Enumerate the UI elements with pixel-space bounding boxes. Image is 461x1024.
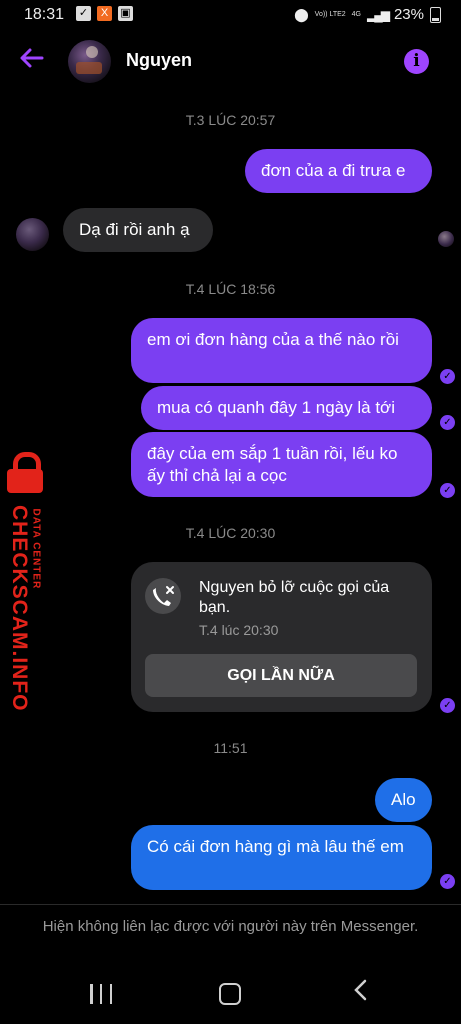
battery-icon	[430, 6, 441, 23]
outgoing-message[interactable]: mua có quanh đây 1 ngày là tới	[141, 386, 432, 430]
timestamp-divider: 11:51	[0, 740, 461, 756]
notification-icons: ✓ X ▣	[76, 6, 133, 21]
info-icon[interactable]: i	[404, 49, 429, 74]
missed-call-time: T.4 lúc 20:30	[199, 622, 279, 638]
conversation-header: Nguyen i	[0, 30, 461, 94]
contact-avatar-small	[16, 218, 49, 251]
incoming-message[interactable]: Dạ đi rồi anh ạ	[63, 208, 213, 252]
timestamp-divider: T.4 LÚC 18:56	[185, 281, 276, 297]
delivered-check-icon: ✓	[440, 483, 455, 498]
contact-name[interactable]: Nguyen	[126, 50, 192, 71]
recent-apps-icon[interactable]	[90, 984, 112, 1004]
x-app-notification-icon: X	[97, 6, 112, 21]
back-arrow-icon[interactable]	[18, 44, 50, 76]
watermark: DATA CENTER CHECKSCAM.INFO	[0, 452, 60, 712]
missed-call-icon	[145, 578, 181, 614]
delivered-check-icon: ✓	[440, 369, 455, 384]
nav-back-icon[interactable]	[352, 978, 370, 1009]
seen-avatar-icon	[438, 231, 454, 247]
home-icon[interactable]	[219, 983, 241, 1005]
watermark-subtitle: DATA CENTER	[30, 508, 42, 590]
delivered-check-icon: ✓	[440, 874, 455, 889]
location-icon: ⬤	[294, 6, 309, 22]
delivered-check-icon: ✓	[440, 698, 455, 713]
call-again-button[interactable]: GỌI LẦN NỮA	[145, 654, 417, 697]
outgoing-message[interactable]: đơn của a đi trưa e	[245, 149, 432, 193]
timestamp-text: 11:51	[213, 740, 248, 756]
status-bar: 18:31 ✓ X ▣ ⬤ Vo)) LTE2 4G ▂▄▆ 23%	[0, 0, 461, 30]
signal-icon: ▂▄▆	[367, 7, 390, 22]
timestamp-divider: T.4 LÚC 20:30	[185, 525, 276, 541]
volte-indicator: Vo)) LTE2	[314, 11, 346, 18]
outgoing-message[interactable]: em ơi đơn hàng của a thế nào rồi	[131, 318, 432, 383]
check-notification-icon: ✓	[76, 6, 91, 21]
network-type: 4G	[351, 11, 361, 18]
outgoing-message[interactable]: Alo	[375, 778, 432, 822]
timestamp-divider: T.3 LÚC 20:57	[185, 112, 276, 128]
outgoing-message[interactable]: đây của em sắp 1 tuần rồi, lếu ko ấy thỉ…	[131, 432, 432, 497]
arrow-left-icon	[20, 48, 44, 68]
status-right: ⬤ Vo)) LTE2 4G ▂▄▆ 23%	[294, 6, 441, 23]
missed-call-card: Nguyen bỏ lỡ cuộc gọi của bạn. T.4 lúc 2…	[131, 562, 432, 712]
unavailable-notice: Hiện không liên lạc được với người này t…	[42, 918, 419, 935]
missed-call-text: Nguyen bỏ lỡ cuộc gọi của bạn.	[199, 579, 390, 616]
system-nav-bar	[0, 966, 461, 1024]
delivered-check-icon: ✓	[440, 415, 455, 430]
footer-divider	[0, 904, 461, 905]
contact-avatar[interactable]	[68, 40, 111, 83]
outgoing-message[interactable]: Có cái đơn hàng gì mà lâu thế em	[131, 825, 432, 890]
watermark-title: CHECKSCAM.INFO	[8, 505, 31, 712]
status-time: 18:31	[24, 6, 65, 23]
padlock-icon	[5, 452, 43, 493]
battery-percent: 23%	[393, 6, 424, 23]
image-notification-icon: ▣	[118, 6, 133, 21]
